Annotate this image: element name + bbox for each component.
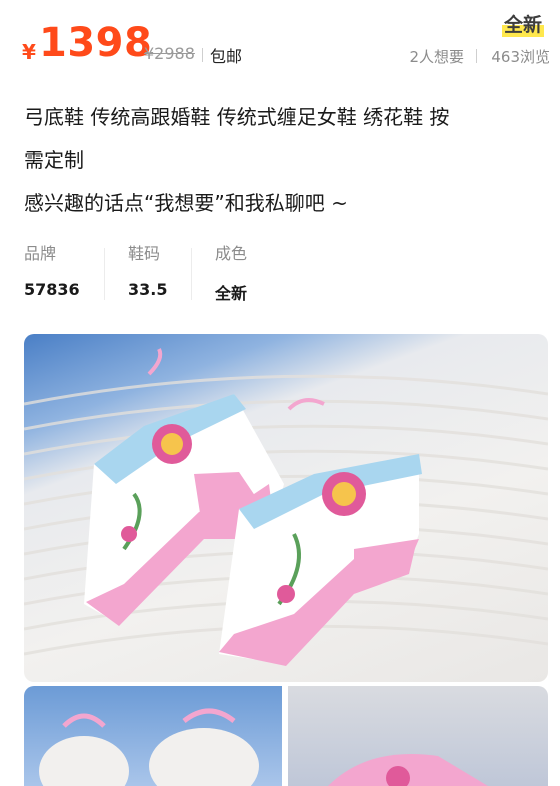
shoe-detail-image	[328, 754, 488, 786]
shipping-label: 包邮	[210, 47, 243, 66]
title-line: 需定制	[24, 148, 84, 172]
current-price: 1398	[39, 20, 153, 66]
wants-count: 2人想要	[409, 48, 464, 66]
divider	[104, 248, 105, 300]
product-photo-main[interactable]	[24, 334, 548, 682]
attribute-value: 33.5	[128, 280, 168, 299]
shoe-top-view-image	[39, 708, 259, 786]
condition-badge: 全新	[501, 10, 544, 37]
price-row: ¥ 1398 ¥2988 包邮 全新 2人想要 463浏览	[22, 10, 552, 70]
divider	[202, 48, 203, 62]
attribute-condition: 成色 全新	[215, 240, 247, 304]
attribute-shoe-size: 鞋码 33.5	[128, 240, 167, 299]
original-price: ¥2988	[144, 44, 195, 63]
views-count: 463浏览	[491, 48, 550, 66]
attribute-label: 成色	[215, 244, 248, 263]
divider	[191, 248, 192, 300]
currency-symbol: ¥	[22, 40, 36, 64]
product-photo-thumb[interactable]	[288, 686, 548, 786]
embroidered-shoes-image	[24, 348, 548, 666]
attribute-brand: 品牌 57836	[24, 240, 80, 299]
attribute-label: 鞋码	[128, 244, 161, 263]
product-photo-thumb[interactable]	[24, 686, 282, 786]
divider	[476, 49, 477, 63]
product-title: 弓底鞋 传统高跟婚鞋 传统式缠足女鞋 绣花鞋 按 需定制 感兴趣的话点“我想要”…	[24, 96, 539, 225]
description-line: 感兴趣的话点“我想要”和我私聊吧 ~	[24, 191, 348, 215]
attribute-value: 全新	[215, 284, 248, 303]
attribute-list: 品牌 57836 鞋码 33.5 成色 全新	[24, 240, 534, 310]
attribute-value: 57836	[24, 280, 80, 299]
title-line: 弓底鞋 传统高跟婚鞋 传统式缠足女鞋 绣花鞋 按	[24, 105, 450, 129]
attribute-label: 品牌	[24, 244, 57, 263]
